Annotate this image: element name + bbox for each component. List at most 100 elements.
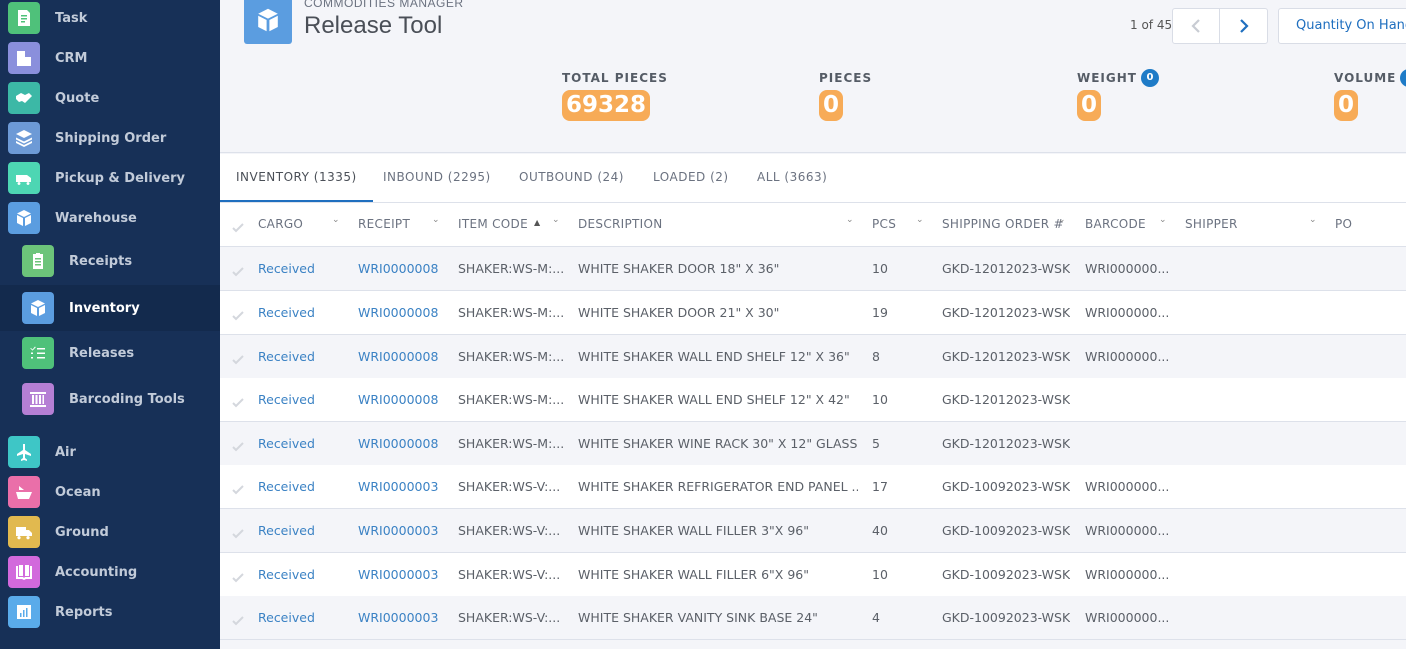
chevron-right-icon (1239, 19, 1249, 33)
sidebar-item-barcoding-tools[interactable]: Barcoding Tools (0, 379, 220, 419)
cell-receipt[interactable]: WRI0000003 (358, 509, 438, 552)
sidebar-item-ocean[interactable]: Ocean (0, 472, 220, 512)
sidebar-item-ground[interactable]: Ground (0, 512, 220, 552)
sidebar-item-warehouse[interactable]: Warehouse (0, 198, 220, 238)
cell-cargo[interactable]: Received (258, 291, 315, 334)
table-row[interactable]: Received WRI0000003 SHAKER:WS-V:... WHIT… (220, 509, 1406, 553)
sidebar-item-crm[interactable]: CRM (0, 38, 220, 78)
sidebar-item-task[interactable]: Task (0, 0, 220, 38)
cell-receipt[interactable]: WRI0000008 (358, 335, 438, 378)
chevron-down-icon[interactable]: ⌄ (1159, 215, 1167, 225)
cell-barcode: WRI000000... (1085, 567, 1170, 582)
table-row[interactable]: Received WRI0000003 SHAKER:WS-V:... WHIT… (220, 596, 1406, 640)
tab-outbound[interactable]: OUTBOUND (24) (519, 154, 624, 202)
tab-loaded[interactable]: LOADED (2) (653, 154, 729, 202)
cell-description: WHITE SHAKER WALL FILLER 6"X 96" (578, 567, 809, 582)
chevron-down-icon[interactable]: ⌄ (432, 215, 440, 225)
next-page-button[interactable] (1220, 9, 1267, 43)
cell-cargo[interactable]: Received (258, 335, 315, 378)
cell-description: WHITE SHAKER DOOR 18" X 36" (578, 261, 780, 276)
cell-cargo[interactable]: Received (258, 553, 315, 596)
column-header-shipping-order[interactable]: SHIPPING ORDER #... (942, 203, 1064, 246)
row-checkbox[interactable] (232, 612, 244, 626)
column-header-receipt[interactable]: RECEIPT (358, 203, 410, 246)
clipboard-icon (22, 245, 54, 277)
column-header-cargo[interactable]: CARGO (258, 203, 303, 246)
cell-description: WHITE SHAKER WALL END SHELF 12" X 36" (578, 349, 850, 364)
cell-pcs: 40 (872, 523, 888, 538)
quantity-on-hand-button[interactable]: Quantity On Hand (1278, 8, 1406, 44)
table-row[interactable]: Received WRI0000003 SHAKER:WS-V:... WHIT… (220, 465, 1406, 509)
cell-cargo[interactable]: Received (258, 509, 315, 552)
cell-item-code: SHAKER:WS-M:... (458, 349, 565, 364)
sidebar-item-quote[interactable]: Quote (0, 78, 220, 118)
cell-cargo[interactable]: Received (258, 378, 315, 421)
cell-receipt[interactable]: WRI0000003 (358, 465, 438, 508)
row-checkbox[interactable] (232, 394, 244, 408)
column-header-shipper[interactable]: SHIPPER (1185, 203, 1238, 246)
chevron-down-icon[interactable]: ⌄ (916, 215, 924, 225)
handshake-icon (8, 82, 40, 114)
table-row[interactable]: Received WRI0000003 SHAKER:WS-V:... WHIT… (220, 553, 1406, 597)
cell-cargo[interactable]: Received (258, 596, 315, 639)
cell-pcs: 10 (872, 261, 888, 276)
table-row[interactable]: Received WRI0000008 SHAKER:WS-M:... WHIT… (220, 422, 1406, 466)
table-row[interactable]: Received WRI0000008 SHAKER:WS-M:... WHIT… (220, 247, 1406, 291)
cell-item-code: SHAKER:WS-V:... (458, 567, 561, 582)
row-checkbox[interactable] (232, 525, 244, 539)
cell-cargo[interactable]: Received (258, 422, 315, 465)
cell-receipt[interactable]: WRI0000003 (358, 553, 438, 596)
table-row[interactable]: Received WRI0000008 SHAKER:WS-M:... WHIT… (220, 335, 1406, 379)
chevron-down-icon[interactable]: ⌄ (552, 215, 560, 225)
cell-receipt[interactable]: WRI0000008 (358, 291, 438, 334)
table-row[interactable]: Received WRI0000008 SHAKER:WS-M:... WHIT… (220, 291, 1406, 335)
cell-receipt[interactable]: WRI0000008 (358, 247, 438, 290)
sidebar-item-receipts[interactable]: Receipts (0, 241, 220, 281)
sidebar-item-label: Receipts (69, 253, 133, 269)
column-header-barcode[interactable]: BARCODE (1085, 203, 1146, 246)
cell-receipt[interactable]: WRI0000008 (358, 422, 438, 465)
row-checkbox[interactable] (232, 438, 244, 452)
previous-page-button[interactable] (1173, 9, 1221, 43)
tab-inventory[interactable]: INVENTORY (1335) (220, 154, 373, 202)
chevron-down-icon[interactable]: ⌄ (332, 215, 340, 225)
stat-value: 0 (819, 90, 844, 121)
select-all-checkbox[interactable] (232, 219, 244, 233)
stat-label: PIECES (819, 71, 873, 85)
sidebar-item-accounting[interactable]: Accounting (0, 552, 220, 592)
cell-cargo[interactable]: Received (258, 247, 315, 290)
sidebar-item-label: Ground (55, 524, 109, 540)
sidebar-item-reports[interactable]: Reports (0, 592, 220, 632)
table-row[interactable]: Received WRI0000008 SHAKER:WS-M:... WHIT… (220, 378, 1406, 422)
cell-shipping-order: GKD-10092023-WSK (942, 567, 1071, 582)
column-header-pcs[interactable]: PCS (872, 203, 896, 246)
sidebar-item-air[interactable]: Air (0, 432, 220, 472)
chevron-down-icon[interactable]: ⌄ (1058, 215, 1066, 225)
sidebar-item-label: Air (55, 444, 76, 460)
sidebar-item-inventory[interactable]: Inventory (0, 285, 220, 331)
chevron-down-icon[interactable]: ⌄ (1309, 215, 1317, 225)
column-header-po[interactable]: PO (1335, 203, 1352, 246)
row-checkbox[interactable] (232, 569, 244, 583)
cell-item-code: SHAKER:WS-M:... (458, 305, 565, 320)
tab-inbound[interactable]: INBOUND (2295) (383, 154, 491, 202)
cell-description: WHITE SHAKER REFRIGERATOR END PANEL ... (578, 479, 858, 494)
pager (1172, 8, 1268, 44)
sidebar-item-pickup-delivery[interactable]: Pickup & Delivery (0, 158, 220, 198)
sidebar-item-shipping-order[interactable]: Shipping Order (0, 118, 220, 158)
row-checkbox[interactable] (232, 307, 244, 321)
row-checkbox[interactable] (232, 351, 244, 365)
column-header-description[interactable]: DESCRIPTION (578, 203, 663, 246)
cell-shipping-order: GKD-12012023-WSK (942, 261, 1071, 276)
cell-receipt[interactable]: WRI0000003 (358, 596, 438, 639)
cell-cargo[interactable]: Received (258, 465, 315, 508)
stat-label: VOLUME (1334, 71, 1397, 85)
tab-all[interactable]: ALL (3663) (757, 154, 827, 202)
row-checkbox[interactable] (232, 263, 244, 277)
row-checkbox[interactable] (232, 481, 244, 495)
sidebar-item-label: CRM (55, 50, 88, 66)
sidebar-item-releases[interactable]: Releases (0, 333, 220, 373)
cell-receipt[interactable]: WRI0000008 (358, 378, 438, 421)
column-header-item-code[interactable]: ITEM CODE (458, 203, 528, 246)
chevron-down-icon[interactable]: ⌄ (846, 215, 854, 225)
